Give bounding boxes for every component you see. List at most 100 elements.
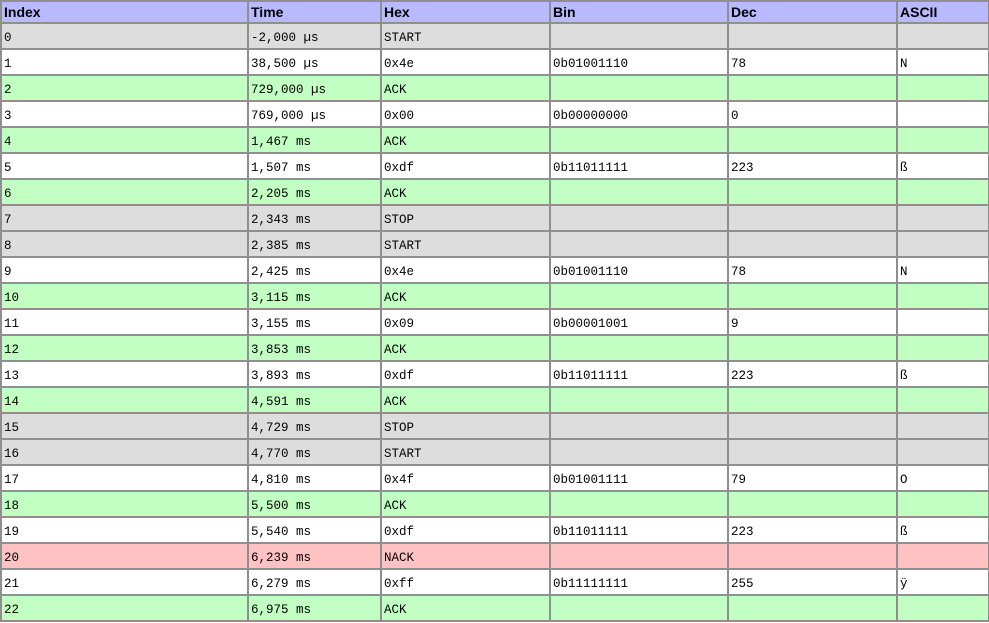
- cell-time: 2,385 ms: [247, 230, 382, 258]
- cell-dec: 79: [727, 464, 898, 492]
- cell-ascii: [896, 74, 989, 102]
- column-header-hex[interactable]: Hex: [380, 0, 551, 24]
- table-row[interactable]: 7 2,343 ms STOP: [0, 204, 989, 232]
- table-row[interactable]: 12 3,853 ms ACK: [0, 334, 989, 362]
- cell-time: 38,500 µs: [247, 48, 382, 76]
- cell-hex: 0x4f: [380, 464, 551, 492]
- cell-index: 9: [0, 256, 249, 284]
- i2c-decode-table: Index Time Hex Bin Dec ASCII 0 -2,000 µs S…: [0, 0, 989, 622]
- table-row[interactable]: 8 2,385 ms START: [0, 230, 989, 258]
- cell-ascii: [896, 178, 989, 206]
- cell-index: 13: [0, 360, 249, 388]
- cell-index: 19: [0, 516, 249, 544]
- cell-bin: 0b01001110: [549, 48, 729, 76]
- cell-dec: 78: [727, 48, 898, 76]
- cell-hex: 0xdf: [380, 360, 551, 388]
- cell-ascii: [896, 334, 989, 362]
- column-header-dec[interactable]: Dec: [727, 0, 898, 24]
- cell-index: 6: [0, 178, 249, 206]
- cell-bin: [549, 230, 729, 258]
- cell-index: 4: [0, 126, 249, 154]
- table-row[interactable]: 11 3,155 ms 0x09 0b00001001 9: [0, 308, 989, 336]
- cell-hex: START: [380, 438, 551, 466]
- cell-bin: [549, 126, 729, 154]
- cell-bin: [549, 490, 729, 518]
- cell-ascii: N: [896, 256, 989, 284]
- table-row[interactable]: 1 38,500 µs 0x4e 0b01001110 78 N: [0, 48, 989, 76]
- cell-dec: 9: [727, 308, 898, 336]
- column-header-time[interactable]: Time: [247, 0, 382, 24]
- cell-hex: STOP: [380, 412, 551, 440]
- table-row[interactable]: 22 6,975 ms ACK: [0, 594, 989, 622]
- table-row[interactable]: 17 4,810 ms 0x4f 0b01001111 79 O: [0, 464, 989, 492]
- cell-dec: 223: [727, 360, 898, 388]
- cell-ascii: N: [896, 48, 989, 76]
- table-row[interactable]: 21 6,279 ms 0xff 0b11111111 255 ÿ: [0, 568, 989, 596]
- cell-dec: [727, 334, 898, 362]
- cell-hex: 0x4e: [380, 256, 551, 284]
- cell-dec: [727, 490, 898, 518]
- cell-bin: [549, 282, 729, 310]
- table-row[interactable]: 14 4,591 ms ACK: [0, 386, 989, 414]
- cell-time: -2,000 µs: [247, 22, 382, 50]
- cell-time: 3,893 ms: [247, 360, 382, 388]
- cell-time: 1,507 ms: [247, 152, 382, 180]
- table-row[interactable]: 0 -2,000 µs START: [0, 22, 989, 50]
- table-row[interactable]: 6 2,205 ms ACK: [0, 178, 989, 206]
- column-header-bin[interactable]: Bin: [549, 0, 729, 24]
- cell-hex: ACK: [380, 386, 551, 414]
- table-header: Index Time Hex Bin Dec ASCII: [0, 0, 989, 24]
- cell-time: 4,729 ms: [247, 412, 382, 440]
- cell-ascii: [896, 230, 989, 258]
- cell-hex: ACK: [380, 334, 551, 362]
- cell-bin: 0b11011111: [549, 360, 729, 388]
- column-header-ascii[interactable]: ASCII: [896, 0, 989, 24]
- table-row[interactable]: 2 729,000 µs ACK: [0, 74, 989, 102]
- cell-ascii: [896, 412, 989, 440]
- cell-bin: 0b11111111: [549, 568, 729, 596]
- table-row[interactable]: 4 1,467 ms ACK: [0, 126, 989, 154]
- table-row[interactable]: 3 769,000 µs 0x00 0b00000000 0: [0, 100, 989, 128]
- column-header-index[interactable]: Index: [0, 0, 249, 24]
- cell-bin: 0b00000000: [549, 100, 729, 128]
- cell-hex: 0xdf: [380, 152, 551, 180]
- cell-hex: START: [380, 22, 551, 50]
- cell-dec: 223: [727, 516, 898, 544]
- cell-hex: 0x09: [380, 308, 551, 336]
- cell-time: 3,853 ms: [247, 334, 382, 362]
- cell-ascii: [896, 542, 989, 570]
- cell-ascii: ß: [896, 516, 989, 544]
- cell-dec: 255: [727, 568, 898, 596]
- cell-ascii: ß: [896, 360, 989, 388]
- table-row[interactable]: 15 4,729 ms STOP: [0, 412, 989, 440]
- cell-hex: 0xdf: [380, 516, 551, 544]
- table-row[interactable]: 10 3,115 ms ACK: [0, 282, 989, 310]
- cell-time: 2,425 ms: [247, 256, 382, 284]
- cell-ascii: [896, 22, 989, 50]
- cell-time: 3,115 ms: [247, 282, 382, 310]
- cell-bin: 0b11011111: [549, 516, 729, 544]
- cell-index: 18: [0, 490, 249, 518]
- cell-bin: [549, 386, 729, 414]
- cell-dec: [727, 230, 898, 258]
- table-row[interactable]: 18 5,500 ms ACK: [0, 490, 989, 518]
- cell-ascii: [896, 594, 989, 622]
- table-row[interactable]: 19 5,540 ms 0xdf 0b11011111 223 ß: [0, 516, 989, 544]
- table-row[interactable]: 9 2,425 ms 0x4e 0b01001110 78 N: [0, 256, 989, 284]
- cell-time: 4,770 ms: [247, 438, 382, 466]
- table-row[interactable]: 13 3,893 ms 0xdf 0b11011111 223 ß: [0, 360, 989, 388]
- cell-ascii: [896, 490, 989, 518]
- table-body: 0 -2,000 µs START 1 38,500 µs 0x4e 0b01001110 7…: [0, 22, 989, 622]
- cell-index: 1: [0, 48, 249, 76]
- cell-time: 769,000 µs: [247, 100, 382, 128]
- cell-index: 14: [0, 386, 249, 414]
- cell-index: 15: [0, 412, 249, 440]
- cell-ascii: ÿ: [896, 568, 989, 596]
- table-row[interactable]: 5 1,507 ms 0xdf 0b11011111 223 ß: [0, 152, 989, 180]
- cell-index: 7: [0, 204, 249, 232]
- cell-index: 22: [0, 594, 249, 622]
- cell-bin: [549, 178, 729, 206]
- table-row[interactable]: 20 6,239 ms NACK: [0, 542, 989, 570]
- table-row[interactable]: 16 4,770 ms START: [0, 438, 989, 466]
- cell-time: 6,239 ms: [247, 542, 382, 570]
